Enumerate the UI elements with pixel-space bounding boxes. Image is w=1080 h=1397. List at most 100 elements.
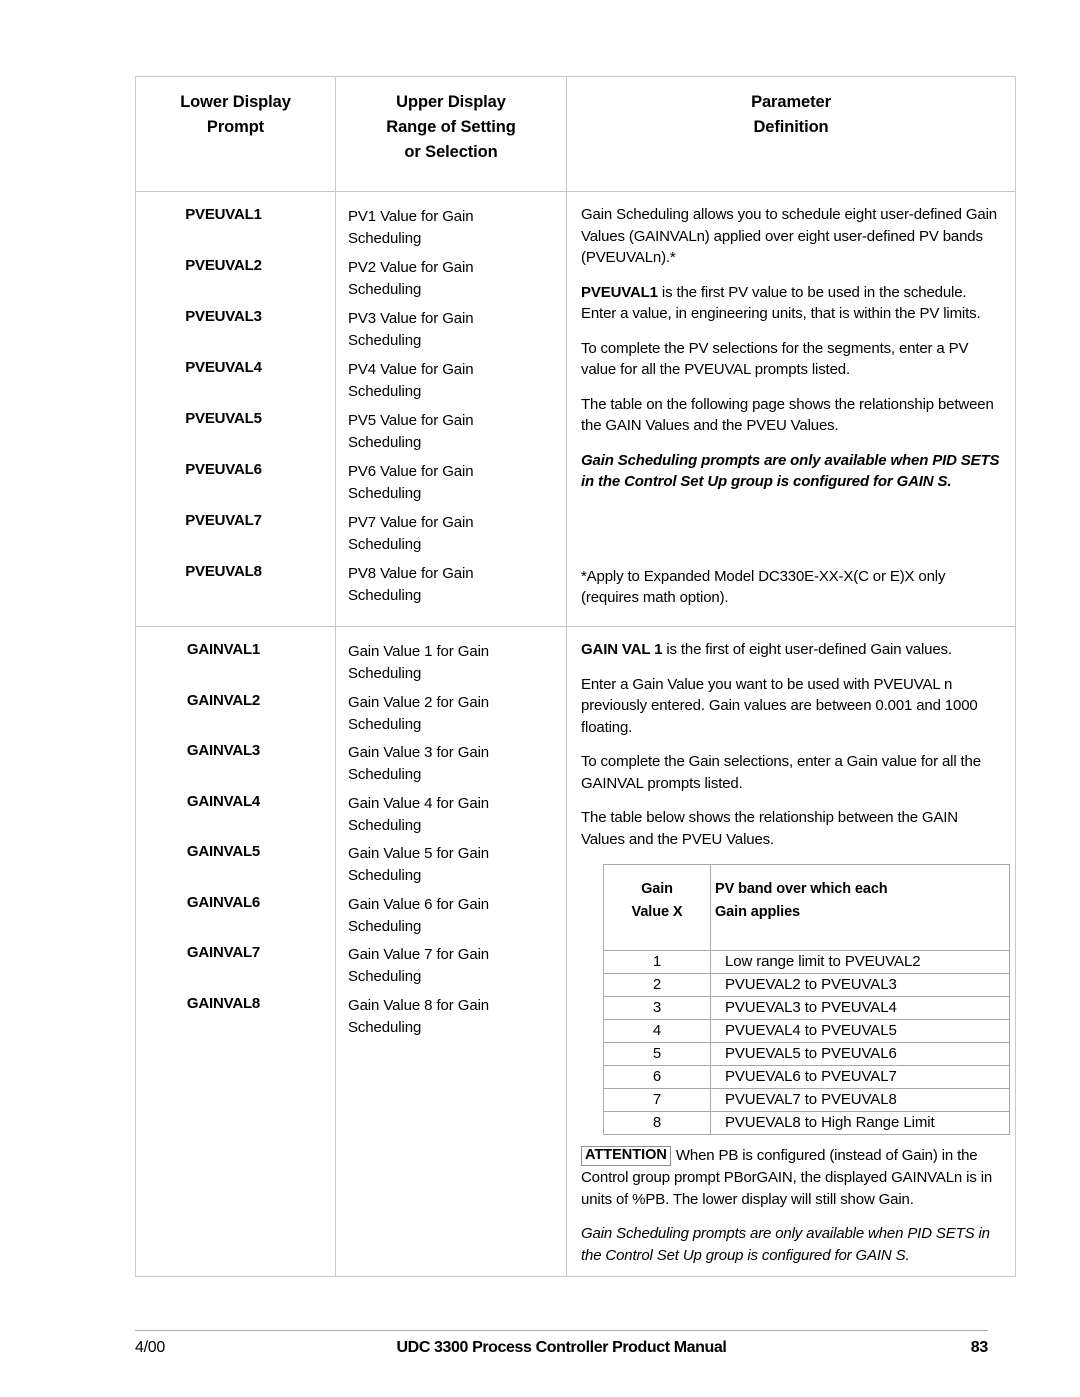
range-pveuval6: PV6 Value for Gain Scheduling	[348, 461, 566, 512]
range-line: PV5 Value for Gain	[348, 412, 474, 429]
definition-gainval: GAIN VAL 1 is the first of eight user-de…	[567, 627, 1015, 1276]
definition-paragraph: To complete the PV selections for the se…	[581, 339, 969, 379]
range-pveuval1: PV1 Value for Gain Scheduling	[348, 206, 566, 257]
range-pveuval4: PV4 Value for Gain Scheduling	[348, 359, 566, 410]
range-gainval8: Gain Value 8 for Gain Scheduling	[348, 995, 566, 1046]
range-line: Scheduling	[348, 715, 422, 733]
table-row: 4 PVUEVAL4 to PVEUVAL5	[603, 1019, 1010, 1043]
range-line: Gain Value 8 for Gain	[348, 996, 490, 1014]
table-row: PVEUVAL1 PVEUVAL2 PVEUVAL3 PVEUVAL4 PVEU…	[135, 191, 1016, 627]
cell-upper-display-pveuval: PV1 Value for Gain Scheduling PV2 Value …	[335, 191, 567, 627]
header-line: Prompt	[206, 118, 265, 136]
header-line: Upper Display	[396, 93, 506, 111]
pv-band: PVUEVAL2 to PVEUVAL3	[710, 973, 1010, 997]
range-line: Scheduling	[348, 587, 422, 604]
range-gainval2: Gain Value 2 for Gain Scheduling	[348, 692, 566, 743]
prompt-gainval7: GAINVAL7	[186, 944, 261, 961]
attention-badge: ATTENTION	[581, 1146, 671, 1166]
gain-value: 3	[603, 996, 711, 1020]
definition-paragraph: GAIN VAL 1 is the first of eight user-de…	[581, 639, 1003, 661]
column-header-lower-display: Lower Display Prompt	[135, 76, 336, 192]
cell-lower-display-gainval: GAINVAL1 GAINVAL2 GAINVAL3 GAINVAL4 GAIN…	[135, 626, 336, 1277]
table-row: 1 Low range limit to PVEUVAL2	[603, 950, 1010, 974]
prompt-gainval3: GAINVAL3	[186, 742, 261, 759]
range-line: Scheduling	[348, 332, 422, 349]
prompt-gainval5: GAINVAL5	[186, 843, 261, 860]
gain-value: 1	[603, 950, 711, 974]
header-line: or Selection	[404, 143, 498, 161]
pv-band: PVUEVAL8 to High Range Limit	[710, 1111, 1010, 1135]
table-header-row: Gain Value X PV band over which each Gai…	[603, 864, 1010, 951]
table-row: 2 PVUEVAL2 to PVEUVAL3	[603, 973, 1010, 997]
column-header-parameter-definition: Parameter Definition	[566, 76, 1016, 192]
range-line: Scheduling	[348, 281, 422, 298]
prompt-gainval1: GAINVAL1	[186, 641, 261, 658]
range-line: Scheduling	[348, 230, 422, 247]
definition-pveuval: Gain Scheduling allows you to schedule e…	[567, 192, 1015, 619]
pv-band: Low range limit to PVEUVAL2	[710, 950, 1010, 974]
prompt-pveuval8: PVEUVAL8	[185, 563, 262, 580]
gain-value: 5	[603, 1042, 711, 1066]
table-body: PVEUVAL1 PVEUVAL2 PVEUVAL3 PVEUVAL4 PVEU…	[135, 191, 1016, 1277]
header-line: Range of Setting	[386, 118, 516, 136]
range-gainval7: Gain Value 7 for Gain Scheduling	[348, 944, 566, 995]
gain-value: 4	[603, 1019, 711, 1043]
range-line: Scheduling	[348, 917, 422, 935]
definition-paragraph: To complete the Gain selections, enter a…	[581, 753, 981, 792]
range-line: Gain Value 6 for Gain	[348, 895, 490, 913]
prompt-gainval4: GAINVAL4	[186, 792, 261, 810]
range-gainval4: Gain Value 4 for Gain Scheduling	[348, 793, 566, 844]
prompt-pveuval5: PVEUVAL5	[185, 410, 262, 427]
range-list: Gain Value 1 for Gain Scheduling Gain Va…	[336, 627, 566, 1057]
table-row: 8 PVUEVAL8 to High Range Limit	[603, 1111, 1010, 1135]
range-gainval6: Gain Value 6 for Gain Scheduling	[348, 894, 566, 945]
footer-divider	[135, 1330, 988, 1331]
range-line: PV1 Value for Gain	[348, 208, 474, 225]
column-header-gain-value: Gain Value X	[603, 864, 711, 951]
header-line: Gain	[641, 881, 673, 897]
prompt-pveuval7: PVEUVAL7	[185, 512, 262, 529]
range-pveuval3: PV3 Value for Gain Scheduling	[348, 308, 566, 359]
prompt-pveuval4: PVEUVAL4	[185, 359, 262, 376]
definition-note-gain-scheduling: Gain Scheduling prompts are only availab…	[581, 451, 1000, 491]
gain-band-table-body: 1 Low range limit to PVEUVAL2 2 PVUEVAL2…	[603, 950, 1010, 1135]
definition-paragraph: Gain Scheduling allows you to schedule e…	[581, 206, 997, 266]
range-line: Gain Value 4 for Gain	[348, 794, 490, 812]
header-line: Definition	[753, 118, 829, 136]
range-line: PV7 Value for Gain	[348, 514, 474, 531]
gain-value: 7	[603, 1088, 711, 1112]
gain-value: 8	[603, 1111, 711, 1135]
prompt-list: PVEUVAL1 PVEUVAL2 PVEUVAL3 PVEUVAL4 PVEU…	[136, 192, 335, 626]
range-line: Scheduling	[348, 766, 422, 783]
range-line: Scheduling	[348, 383, 422, 400]
attention-note: ATTENTION When PB is configured (instead …	[581, 1145, 1003, 1210]
pv-band: PVUEVAL7 to PVEUVAL8	[710, 1088, 1010, 1112]
column-header-upper-display: Upper Display Range of Setting or Select…	[335, 76, 567, 192]
footer-page-number: 83	[970, 1339, 989, 1356]
table-header: Lower Display Prompt Upper Display Range…	[135, 76, 1016, 192]
definition-paragraph: PVEUVAL1 is the first PV value to be use…	[581, 282, 1003, 325]
gain-value: 6	[603, 1065, 711, 1089]
table-row: 3 PVUEVAL3 to PVEUVAL4	[603, 996, 1010, 1020]
range-line: Gain Value 5 for Gain	[348, 845, 490, 862]
range-pveuval5: PV5 Value for Gain Scheduling	[348, 410, 566, 461]
range-gainval5: Gain Value 5 for Gain Scheduling	[348, 843, 566, 894]
definition-note-gain-scheduling: Gain Scheduling prompts are only availab…	[581, 1225, 990, 1264]
range-line: Scheduling	[348, 665, 422, 682]
range-line: Scheduling	[348, 485, 422, 502]
range-line: Gain Value 2 for Gain	[348, 693, 490, 711]
definition-text: is the first of eight user-defined Gain …	[662, 641, 952, 658]
range-line: Gain Value 1 for Gain	[348, 643, 490, 660]
range-line: Gain Value 7 for Gain	[348, 946, 490, 963]
range-line: PV6 Value for Gain	[348, 463, 474, 480]
range-line: PV3 Value for Gain	[348, 310, 474, 327]
parameter-table: Lower Display Prompt Upper Display Range…	[135, 76, 1016, 1277]
range-pveuval2: PV2 Value for Gain Scheduling	[348, 257, 566, 308]
range-pveuval8: PV8 Value for Gain Scheduling	[348, 563, 566, 614]
prompt-pveuval6: PVEUVAL6	[185, 461, 262, 478]
column-header-pv-band: PV band over which each Gain applies	[710, 864, 1010, 951]
gain-band-table: Gain Value X PV band over which each Gai…	[603, 864, 1010, 1135]
definition-emphasis: PVEUVAL1	[581, 283, 658, 301]
document-page: Lower Display Prompt Upper Display Range…	[0, 0, 1080, 1397]
